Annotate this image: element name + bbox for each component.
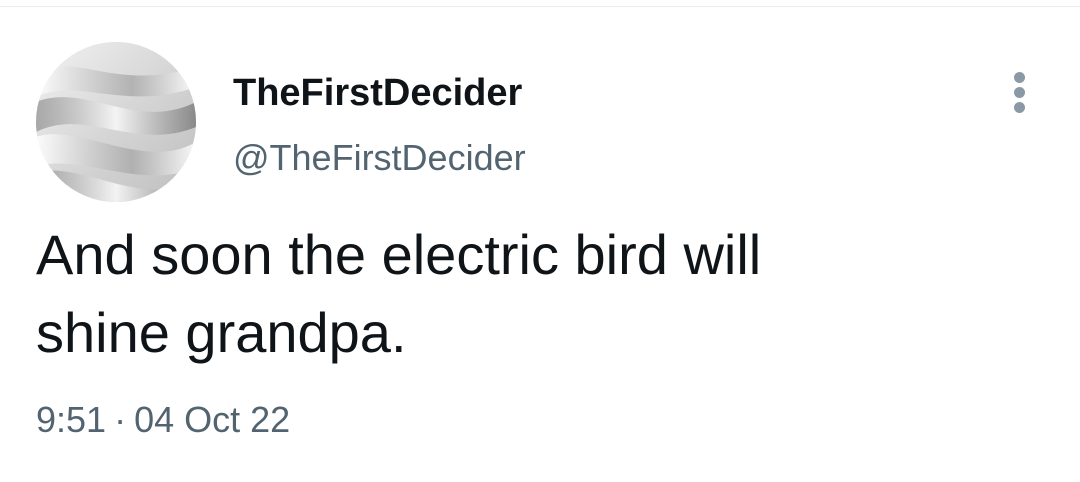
tweet-card: TheFirstDecider @TheFirstDecider And soo… bbox=[0, 0, 1080, 482]
tweet-text: And soon the electric bird will shine gr… bbox=[36, 216, 996, 372]
author-handle[interactable]: @TheFirstDecider bbox=[233, 136, 526, 180]
tweet-text-line: And soon the electric bird will bbox=[36, 223, 762, 286]
tweet-text-line: shine grandpa. bbox=[36, 301, 407, 364]
tweet-time: 9:51 bbox=[36, 399, 107, 440]
tweet-date: 04 Oct 22 bbox=[134, 399, 291, 440]
silk-fabric-avatar-icon bbox=[36, 42, 196, 202]
more-dot-icon bbox=[1014, 87, 1025, 98]
meta-separator: · bbox=[114, 399, 127, 440]
tweet-timestamp[interactable]: 9:51 · 04 Oct 22 bbox=[36, 396, 290, 444]
more-dot-icon bbox=[1014, 72, 1025, 83]
author-display-name[interactable]: TheFirstDecider bbox=[233, 70, 522, 116]
more-options-button[interactable] bbox=[1000, 64, 1040, 120]
author-avatar[interactable] bbox=[36, 42, 196, 202]
more-dot-icon bbox=[1014, 102, 1025, 113]
